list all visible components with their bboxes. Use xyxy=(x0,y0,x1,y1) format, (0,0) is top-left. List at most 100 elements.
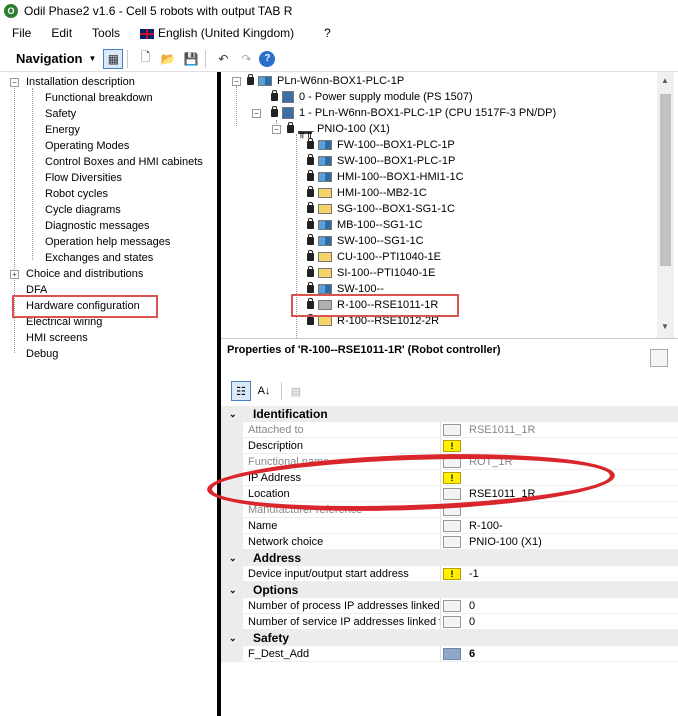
property-row[interactable]: Name R-100- xyxy=(221,518,678,534)
category-safety[interactable]: ⌄ Safety xyxy=(221,630,678,646)
property-row[interactable]: Device input/output start address! -1 xyxy=(221,566,678,582)
collapse-icon[interactable]: − xyxy=(232,77,241,86)
tree-item-debug[interactable]: Debug xyxy=(26,346,58,362)
tree-item-safety[interactable]: Safety xyxy=(45,106,76,122)
module-icon xyxy=(282,91,294,103)
lock-icon xyxy=(307,234,314,245)
row-divider xyxy=(440,614,441,630)
category-address[interactable]: ⌄ Address xyxy=(221,550,678,566)
scrollbar-thumb[interactable] xyxy=(660,94,671,266)
tree-node-cpu[interactable]: 1 - PLn-W6nn-BOX1-PLC-1P (CPU 1517F-3 PN… xyxy=(271,105,556,121)
collapse-icon[interactable]: ⌄ xyxy=(229,582,237,598)
property-value[interactable]: 6 xyxy=(469,646,475,662)
scroll-down-icon[interactable]: ▼ xyxy=(661,322,669,331)
row-gutter xyxy=(221,438,243,454)
menu-help[interactable]: ? xyxy=(312,22,339,44)
tree-node-label: CU-100--PTI1040-1E xyxy=(337,251,441,263)
property-value[interactable]: R-100- xyxy=(469,518,503,534)
device-icon xyxy=(318,188,332,198)
property-row[interactable]: Network choice PNIO-100 (X1) xyxy=(221,534,678,550)
device-icon xyxy=(318,252,332,262)
expand-icon[interactable]: + xyxy=(10,270,19,279)
tree-item-functional-breakdown[interactable]: Functional breakdown xyxy=(45,90,153,106)
collapse-icon[interactable]: ⌄ xyxy=(229,550,237,566)
tree-item-choice-and-distributions[interactable]: Choice and distributions xyxy=(26,266,143,282)
tree-item-flow-diversities[interactable]: Flow Diversities xyxy=(45,170,122,186)
tree-node-device[interactable]: HMI-100--MB2-1C xyxy=(307,185,427,201)
row-gutter xyxy=(221,502,243,518)
tree-node-label: PLn-W6nn-BOX1-PLC-1P xyxy=(277,75,405,87)
property-value[interactable]: 0 xyxy=(469,598,475,614)
collapse-icon[interactable]: ⌄ xyxy=(229,406,237,422)
property-pages-button[interactable]: ▤ xyxy=(286,381,306,401)
tree-item-energy[interactable]: Energy xyxy=(45,122,80,138)
property-value[interactable]: -1 xyxy=(469,566,479,582)
device-icon xyxy=(318,220,332,230)
tree-node-device[interactable]: CU-100--PTI1040-1E xyxy=(307,249,441,265)
collapse-icon[interactable]: ⌄ xyxy=(229,630,237,646)
new-file-button[interactable]: 🗋 xyxy=(135,49,155,69)
tree-node-plc-root[interactable]: PLn-W6nn-BOX1-PLC-1P xyxy=(247,73,404,89)
tree-item-diagnostic-messages[interactable]: Diagnostic messages xyxy=(45,218,150,234)
tree-item-operation-help-messages[interactable]: Operation help messages xyxy=(45,234,170,250)
menu-tools[interactable]: Tools xyxy=(80,22,128,44)
redo-button[interactable]: ↷ xyxy=(236,49,256,69)
property-row[interactable]: Number of service IP addresses linked to… xyxy=(221,614,678,630)
collapse-icon[interactable]: − xyxy=(10,78,19,87)
lock-icon xyxy=(307,138,314,149)
tree-node-device[interactable]: MB-100--SG1-1C xyxy=(307,217,423,233)
properties-pages-button[interactable] xyxy=(650,349,668,367)
tree-node-device[interactable]: SI-100--PTI1040-1E xyxy=(307,265,435,281)
tree-node-device[interactable]: FW-100--BOX1-PLC-1P xyxy=(307,137,455,153)
property-value[interactable]: 0 xyxy=(469,614,475,630)
menu-language[interactable]: English (United Kingdom) xyxy=(128,22,302,44)
property-row[interactable]: F_Dest_Add 6 xyxy=(221,646,678,662)
tree-item-robot-cycles[interactable]: Robot cycles xyxy=(45,186,108,202)
layout-toggle-button[interactable]: ▦ xyxy=(103,48,124,69)
tree-item-hmi-screens[interactable]: HMI screens xyxy=(26,330,88,346)
navigation-dropdown[interactable]: Navigation xyxy=(0,51,82,66)
tree-node-power-supply[interactable]: 0 - Power supply module (PS 1507) xyxy=(271,89,473,105)
tree-item-exchanges-and-states[interactable]: Exchanges and states xyxy=(45,250,153,266)
tree-node-device[interactable]: HMI-100--BOX1-HMI1-1C xyxy=(307,169,464,185)
lock-icon xyxy=(247,74,254,85)
device-tree-scrollbar[interactable]: ▲ ▼ xyxy=(657,72,674,338)
alphabetical-sort-button[interactable]: A↓ xyxy=(254,381,274,401)
lock-icon xyxy=(307,314,314,325)
tree-node-device[interactable]: SW-100--SG1-1C xyxy=(307,233,424,249)
chevron-down-icon[interactable]: ▼ xyxy=(88,54,96,63)
save-button[interactable]: 💾 xyxy=(181,49,201,69)
tree-node-label: HMI-100--BOX1-HMI1-1C xyxy=(337,171,464,183)
toolbar: Navigation ▼ ▦ 🗋 📂 💾 ↶ ↷ ? xyxy=(0,46,678,72)
scroll-up-icon[interactable]: ▲ xyxy=(661,76,669,85)
lock-icon xyxy=(287,122,294,133)
property-value[interactable]: RSE1011_1R xyxy=(469,422,535,438)
property-row[interactable]: Description! xyxy=(221,438,678,454)
tree-node-device[interactable]: SW-100--BOX1-PLC-1P xyxy=(307,153,455,169)
property-name: Attached to xyxy=(248,424,304,436)
collapse-icon[interactable]: − xyxy=(272,125,281,134)
device-icon xyxy=(318,316,332,326)
tree-item-installation-description[interactable]: Installation description xyxy=(26,74,135,90)
tree-item-control-boxes[interactable]: Control Boxes and HMI cabinets xyxy=(45,154,203,170)
open-folder-button[interactable]: 📂 xyxy=(158,49,178,69)
network-icon: ╥╥ xyxy=(298,126,314,138)
property-row[interactable]: Number of process IP addresses linked to… xyxy=(221,598,678,614)
categorized-view-button[interactable]: ☷ xyxy=(231,381,251,401)
tree-item-operating-modes[interactable]: Operating Modes xyxy=(45,138,129,154)
device-icon xyxy=(318,172,332,182)
category-options[interactable]: ⌄ Options xyxy=(221,582,678,598)
property-row[interactable]: Attached to RSE1011_1R xyxy=(221,422,678,438)
menu-file[interactable]: File xyxy=(0,22,39,44)
tree-node-device[interactable]: SG-100--BOX1-SG1-1C xyxy=(307,201,455,217)
help-button[interactable]: ? xyxy=(259,50,276,67)
collapse-icon[interactable]: − xyxy=(252,109,261,118)
menu-edit[interactable]: Edit xyxy=(39,22,80,44)
category-identification[interactable]: ⌄ Identification xyxy=(221,406,678,422)
tree-node-network[interactable]: ╥╥ PNIO-100 (X1) xyxy=(287,121,390,138)
property-value[interactable]: PNIO-100 (X1) xyxy=(469,534,542,550)
tree-item-cycle-diagrams[interactable]: Cycle diagrams xyxy=(45,202,121,218)
menu-bar: File Edit Tools English (United Kingdom)… xyxy=(0,22,678,44)
undo-button[interactable]: ↶ xyxy=(213,49,233,69)
properties-title: Properties of 'R-100--RSE1011-1R' (Robot… xyxy=(227,344,501,356)
